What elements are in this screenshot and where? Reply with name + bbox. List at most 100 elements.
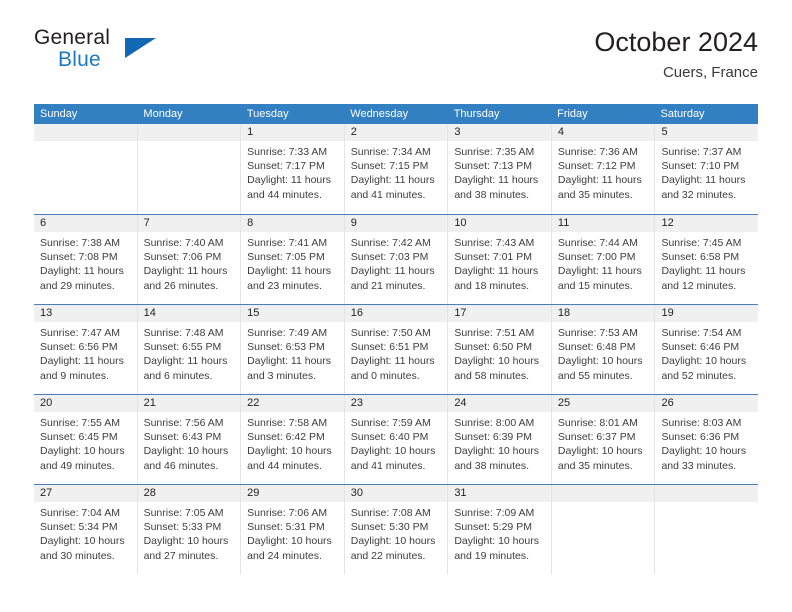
daylight-duration-line2: and 46 minutes.	[143, 459, 219, 472]
day-cell-empty	[551, 485, 656, 574]
day-number-band: 2	[344, 124, 448, 141]
day-cell[interactable]: 27 Sunrise: 7:04 AM Sunset: 5:34 PM Dayligh…	[34, 485, 138, 574]
day-number-band: 13	[34, 305, 137, 322]
daylight-duration-line2: and 23 minutes.	[247, 279, 322, 292]
sunset-time: Sunset: 6:50 PM	[454, 341, 532, 354]
title-block: October 2024 Cuers, France	[594, 26, 758, 83]
day-cell[interactable]: 26 Sunrise: 8:03 AM Sunset: 6:36 PM Dayligh…	[655, 395, 759, 484]
day-cell[interactable]: 6 Sunrise: 7:38 AM Sunset: 7:08 PM Daylight…	[34, 215, 138, 304]
sunrise-time: Sunrise: 7:50 AM	[350, 327, 431, 339]
sunrise-time: Sunrise: 7:34 AM	[350, 146, 431, 158]
sunset-time: Sunset: 6:37 PM	[557, 431, 636, 444]
sunset-time: Sunset: 7:03 PM	[350, 251, 429, 264]
daylight-duration-line2: and 15 minutes.	[557, 279, 633, 292]
day-cell[interactable]: 16 Sunrise: 7:50 AM Sunset: 6:51 PM Dayligh…	[344, 305, 449, 394]
day-cell[interactable]: 17 Sunrise: 7:51 AM Sunset: 6:50 PM Dayligh…	[448, 305, 552, 394]
day-number: 6	[40, 217, 47, 229]
daylight-duration-line2: and 9 minutes.	[40, 369, 109, 382]
daylight-duration-line2: and 18 minutes.	[454, 279, 530, 292]
day-cell[interactable]: 12 Sunrise: 7:45 AM Sunset: 6:58 PM Dayligh…	[655, 215, 759, 304]
sunset-time: Sunset: 5:33 PM	[143, 521, 222, 534]
location-subtitle: Cuers, France	[662, 64, 758, 81]
sunset-time: Sunset: 6:48 PM	[557, 341, 636, 354]
sunset-time: Sunset: 6:45 PM	[40, 431, 118, 444]
day-cell[interactable]: 21 Sunrise: 7:56 AM Sunset: 6:43 PM Dayligh…	[137, 395, 242, 484]
day-cell[interactable]: 28 Sunrise: 7:05 AM Sunset: 5:33 PM Dayligh…	[137, 485, 242, 574]
sunrise-time: Sunrise: 7:41 AM	[247, 237, 328, 249]
sunrise-time: Sunrise: 7:59 AM	[350, 417, 431, 429]
day-number-band	[137, 124, 241, 141]
day-cell-empty	[655, 485, 759, 574]
day-cell-empty	[137, 124, 242, 214]
daylight-duration-line1: Daylight: 10 hours	[247, 445, 332, 458]
day-cell[interactable]: 31 Sunrise: 7:09 AM Sunset: 5:29 PM Dayligh…	[448, 485, 552, 574]
page-title: October 2024	[594, 27, 758, 57]
sunrise-time: Sunrise: 7:58 AM	[247, 417, 328, 429]
day-cell[interactable]: 19 Sunrise: 7:54 AM Sunset: 6:46 PM Dayligh…	[655, 305, 759, 394]
day-number-band: 22	[241, 395, 344, 412]
day-number: 7	[143, 217, 150, 229]
daylight-duration-line1: Daylight: 11 hours	[143, 355, 228, 368]
day-cell[interactable]: 2 Sunrise: 7:34 AM Sunset: 7:15 PM Daylight…	[344, 124, 449, 214]
day-details: Sunrise: 7:44 AM Sunset: 7:00 PM Daylight:…	[552, 232, 655, 293]
daylight-duration-line1: Daylight: 11 hours	[143, 265, 228, 278]
day-number-band: 26	[655, 395, 759, 412]
day-details: Sunrise: 7:41 AM Sunset: 7:05 PM Daylight:…	[241, 232, 344, 293]
day-cell[interactable]: 8 Sunrise: 7:41 AM Sunset: 7:05 PM Daylight…	[241, 215, 345, 304]
sunset-time: Sunset: 7:00 PM	[557, 251, 636, 264]
day-cell[interactable]: 5 Sunrise: 7:37 AM Sunset: 7:10 PM Daylight…	[655, 124, 759, 214]
day-number: 18	[557, 307, 571, 319]
day-cell[interactable]: 1 Sunrise: 7:33 AM Sunset: 7:17 PM Daylight…	[241, 124, 345, 214]
sunrise-time: Sunrise: 7:09 AM	[454, 507, 535, 519]
day-cell[interactable]: 29 Sunrise: 7:06 AM Sunset: 5:31 PM Dayligh…	[241, 485, 345, 574]
day-details: Sunrise: 7:04 AM Sunset: 5:34 PM Daylight:…	[34, 502, 137, 563]
sunrise-time: Sunrise: 7:40 AM	[143, 237, 224, 249]
day-cell[interactable]: 3 Sunrise: 7:35 AM Sunset: 7:13 PM Daylight…	[448, 124, 552, 214]
day-details: Sunrise: 7:34 AM Sunset: 7:15 PM Daylight:…	[345, 141, 448, 202]
day-cell[interactable]: 14 Sunrise: 7:48 AM Sunset: 6:55 PM Dayligh…	[137, 305, 242, 394]
day-details: Sunrise: 7:53 AM Sunset: 6:48 PM Daylight:…	[552, 322, 655, 383]
day-cell[interactable]: 30 Sunrise: 7:08 AM Sunset: 5:30 PM Dayligh…	[344, 485, 449, 574]
day-cell[interactable]: 11 Sunrise: 7:44 AM Sunset: 7:00 PM Dayligh…	[551, 215, 656, 304]
calendar-grid: Sunday Monday Tuesday Wednesday Thursday…	[34, 104, 759, 574]
day-details: Sunrise: 7:36 AM Sunset: 7:12 PM Daylight:…	[552, 141, 655, 202]
daylight-duration-line1: Daylight: 10 hours	[454, 355, 539, 368]
sunset-time: Sunset: 7:08 PM	[40, 251, 118, 264]
sunrise-time: Sunrise: 7:35 AM	[454, 146, 535, 158]
day-cell[interactable]: 20 Sunrise: 7:55 AM Sunset: 6:45 PM Dayligh…	[34, 395, 138, 484]
day-details: Sunrise: 7:35 AM Sunset: 7:13 PM Daylight:…	[448, 141, 551, 202]
daylight-duration-line1: Daylight: 10 hours	[557, 445, 643, 458]
day-number: 17	[454, 307, 467, 319]
daylight-duration-line2: and 33 minutes.	[661, 459, 737, 472]
sunset-time: Sunset: 7:13 PM	[454, 160, 532, 173]
day-details: Sunrise: 7:58 AM Sunset: 6:42 PM Daylight:…	[241, 412, 344, 473]
day-cell[interactable]: 7 Sunrise: 7:40 AM Sunset: 7:06 PM Daylight…	[137, 215, 242, 304]
day-cell[interactable]: 18 Sunrise: 7:53 AM Sunset: 6:48 PM Dayligh…	[551, 305, 656, 394]
day-number: 14	[143, 307, 156, 319]
sunrise-time: Sunrise: 7:54 AM	[661, 327, 742, 339]
daylight-duration-line2: and 35 minutes.	[557, 459, 633, 472]
day-cell[interactable]: 15 Sunrise: 7:49 AM Sunset: 6:53 PM Dayligh…	[241, 305, 345, 394]
daylight-duration-line1: Daylight: 11 hours	[247, 355, 332, 368]
daylight-duration-line2: and 0 minutes.	[350, 369, 420, 382]
day-cell[interactable]: 13 Sunrise: 7:47 AM Sunset: 6:56 PM Dayligh…	[34, 305, 138, 394]
brand-logo[interactable]: General Blue	[34, 26, 194, 86]
day-number-band: 30	[344, 485, 448, 502]
day-details: Sunrise: 8:03 AM Sunset: 6:36 PM Daylight:…	[655, 412, 758, 473]
day-details: Sunrise: 7:43 AM Sunset: 7:01 PM Daylight:…	[448, 232, 551, 293]
page-header: General Blue October 2024 Cuers, France	[34, 26, 758, 98]
day-number: 24	[454, 397, 467, 409]
day-cell[interactable]: 9 Sunrise: 7:42 AM Sunset: 7:03 PM Daylight…	[344, 215, 449, 304]
day-cell[interactable]: 22 Sunrise: 7:58 AM Sunset: 6:42 PM Dayligh…	[241, 395, 345, 484]
day-cell[interactable]: 10 Sunrise: 7:43 AM Sunset: 7:01 PM Dayligh…	[448, 215, 552, 304]
day-cell[interactable]: 23 Sunrise: 7:59 AM Sunset: 6:40 PM Dayligh…	[344, 395, 449, 484]
day-cell[interactable]: 4 Sunrise: 7:36 AM Sunset: 7:12 PM Daylight…	[551, 124, 656, 214]
sunrise-time: Sunrise: 8:00 AM	[454, 417, 535, 429]
daylight-duration-line1: Daylight: 10 hours	[454, 445, 539, 458]
day-cell[interactable]: 25 Sunrise: 8:01 AM Sunset: 6:37 PM Dayligh…	[551, 395, 656, 484]
day-number: 20	[40, 397, 53, 409]
calendar-page: General Blue October 2024 Cuers, France …	[0, 0, 792, 612]
sunset-time: Sunset: 6:55 PM	[143, 341, 222, 354]
day-number-band: 6	[34, 215, 137, 232]
day-cell[interactable]: 24 Sunrise: 8:00 AM Sunset: 6:39 PM Dayligh…	[448, 395, 552, 484]
